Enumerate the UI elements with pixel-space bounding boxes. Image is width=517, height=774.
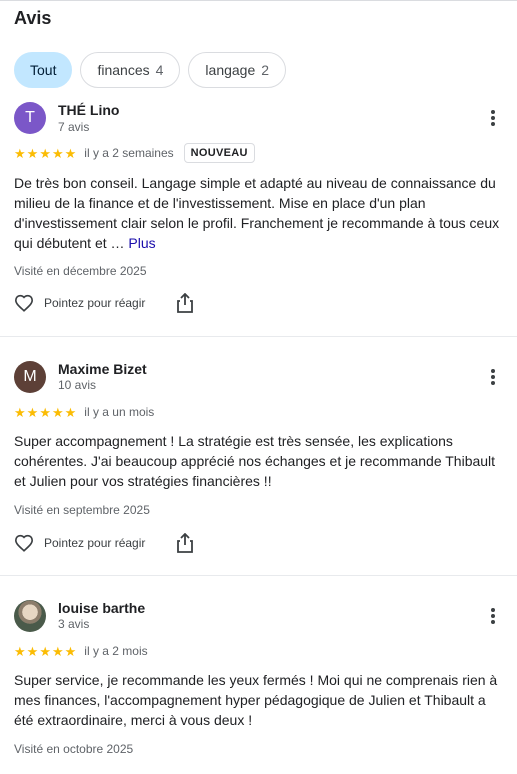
heart-outline-icon	[14, 294, 34, 312]
reviewer-review-count: 7 avis	[58, 120, 90, 134]
share-button[interactable]	[177, 293, 194, 313]
star-rating: ★ ★ ★ ★ ★	[14, 645, 76, 658]
review-date: il y a un mois	[84, 405, 155, 419]
review-text: Super accompagnement ! La stratégie est …	[14, 433, 496, 489]
star-icon: ★	[26, 145, 39, 161]
filter-chip-label: finances	[97, 62, 150, 78]
reviewer-name[interactable]: Maxime Bizet	[58, 361, 147, 377]
filter-chip-count: 4	[155, 62, 164, 78]
section-title: Avis	[14, 8, 52, 28]
share-button[interactable]	[177, 533, 194, 553]
star-icon: ★	[64, 643, 77, 659]
star-icon: ★	[64, 145, 77, 161]
more-link[interactable]: Plus	[128, 235, 155, 251]
avatar[interactable]: M	[14, 361, 46, 393]
star-rating: ★ ★ ★ ★ ★	[14, 147, 76, 160]
filter-chip-label: Tout	[30, 62, 57, 78]
star-icon: ★	[51, 145, 64, 161]
review-actions: Pointez pour réagir	[14, 293, 194, 313]
star-rating: ★ ★ ★ ★ ★	[14, 406, 76, 419]
star-icon: ★	[26, 643, 39, 659]
react-label: Pointez pour réagir	[44, 296, 146, 310]
review-divider	[0, 575, 517, 576]
star-icon: ★	[64, 404, 77, 420]
reviewer-review-count: 10 avis	[58, 378, 97, 392]
filter-chip-label: langage	[205, 62, 256, 78]
react-button[interactable]: Pointez pour réagir	[14, 294, 145, 312]
star-icon: ★	[39, 145, 51, 161]
filter-chip-langage[interactable]: langage 2	[188, 52, 287, 88]
reviewer-review-count: 3 avis	[58, 617, 90, 631]
star-icon: ★	[14, 404, 26, 420]
filter-chip-all[interactable]: Tout	[14, 52, 73, 88]
visit-date: Visité en septembre 2025	[14, 503, 150, 517]
star-icon: ★	[39, 404, 51, 420]
avatar-initial: M	[23, 368, 37, 385]
more-vert-icon[interactable]	[483, 365, 503, 389]
filter-chips: Tout finances 4 langage 2	[14, 52, 287, 88]
avatar[interactable]: T	[14, 102, 46, 134]
react-label: Pointez pour réagir	[44, 536, 146, 550]
review-text-content: De très bon conseil. Langage simple et a…	[14, 175, 500, 251]
reviewer-name[interactable]: louise barthe	[58, 600, 145, 616]
top-divider	[0, 0, 517, 1]
review-divider	[0, 336, 517, 337]
review-date: il y a 2 mois	[84, 644, 148, 658]
rating-row: ★ ★ ★ ★ ★ il y a 2 semaines NOUVEAU	[14, 143, 255, 163]
visit-date: Visité en octobre 2025	[14, 742, 134, 756]
avatar-initial: T	[25, 109, 35, 126]
review-actions: Pointez pour réagir	[14, 533, 194, 553]
share-icon	[177, 533, 194, 553]
star-icon: ★	[14, 643, 26, 659]
rating-row: ★ ★ ★ ★ ★ il y a 2 mois	[14, 644, 148, 658]
avatar[interactable]	[14, 600, 46, 632]
more-vert-icon[interactable]	[483, 604, 503, 628]
visit-date: Visité en décembre 2025	[14, 264, 147, 278]
star-icon: ★	[14, 145, 26, 161]
react-button[interactable]: Pointez pour réagir	[14, 534, 145, 552]
review-text: De très bon conseil. Langage simple et a…	[14, 173, 504, 253]
heart-outline-icon	[14, 534, 34, 552]
star-icon: ★	[39, 643, 51, 659]
star-icon: ★	[51, 404, 64, 420]
review-text: Super service, je recommande les yeux fe…	[14, 672, 498, 728]
star-icon: ★	[26, 404, 39, 420]
share-icon	[177, 293, 194, 313]
filter-chip-count: 2	[261, 62, 270, 78]
review-date: il y a 2 semaines	[84, 146, 174, 160]
star-icon: ★	[51, 643, 64, 659]
filter-chip-finances[interactable]: finances 4	[80, 52, 181, 88]
reviewer-name[interactable]: THÉ Lino	[58, 102, 119, 118]
more-vert-icon[interactable]	[483, 106, 503, 130]
new-badge: NOUVEAU	[183, 143, 255, 163]
rating-row: ★ ★ ★ ★ ★ il y a un mois	[14, 405, 154, 419]
